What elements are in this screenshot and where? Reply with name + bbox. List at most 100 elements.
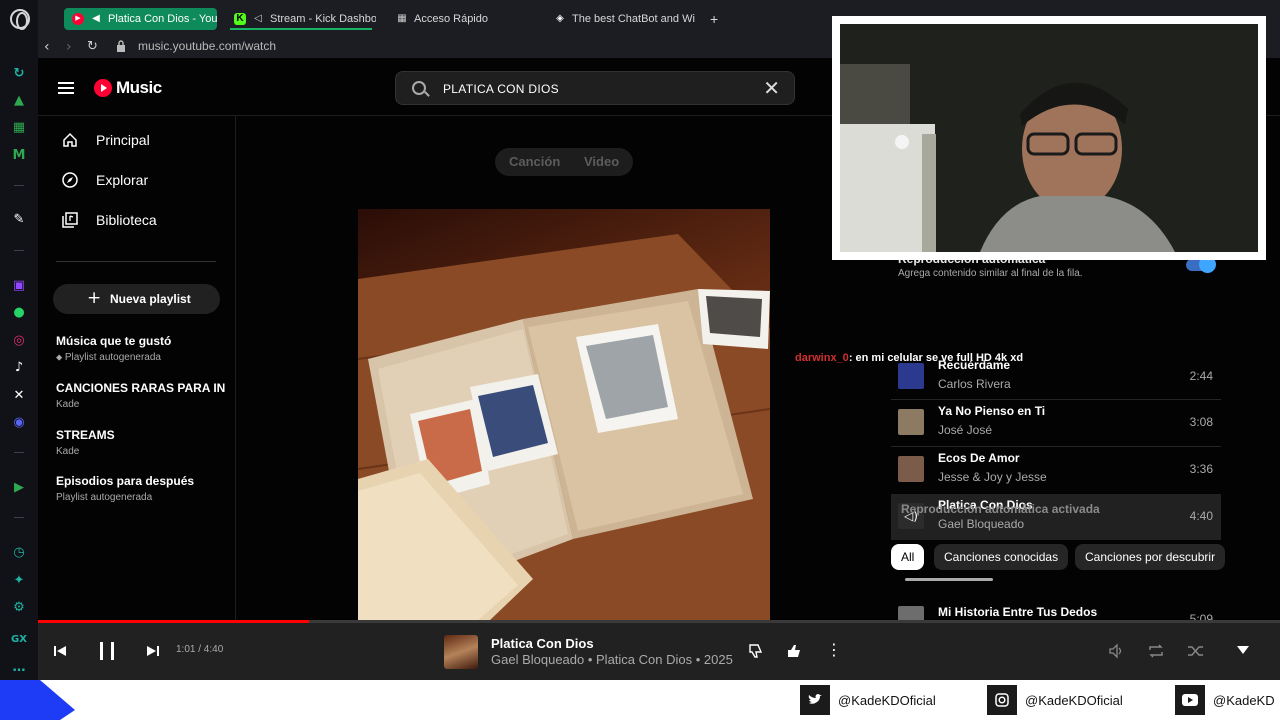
- playlist-subtitle: Playlist autogenerada: [64, 352, 161, 363]
- discord-icon[interactable]: ◉: [11, 415, 27, 431]
- tab-kick-dashboard[interactable]: K ◁ Stream - Kick Dashbo: [226, 8, 376, 30]
- social-instagram: @KadeKDOficial: [987, 685, 1123, 715]
- playlist-item[interactable]: Episodios para después Playlist autogene…: [56, 474, 226, 503]
- new-playlist-button[interactable]: + Nueva playlist: [53, 284, 220, 314]
- album-art: [358, 209, 770, 622]
- clear-search-icon[interactable]: ✕: [763, 77, 780, 99]
- playlist-subtitle: Kade: [56, 446, 80, 457]
- player-icon[interactable]: ▶: [11, 480, 27, 496]
- like-icon[interactable]: [786, 643, 802, 659]
- instagram-icon[interactable]: ◎: [11, 333, 27, 349]
- next-icon[interactable]: [146, 644, 160, 658]
- grid-icon[interactable]: ▦: [11, 120, 27, 136]
- chatbot-icon: ◈: [556, 13, 564, 24]
- chip-canciones-conocidas[interactable]: Canciones conocidas: [934, 544, 1069, 570]
- left-nav: Principal Explorar Biblioteca + Nueva pl…: [38, 116, 236, 622]
- segment-video[interactable]: Video: [584, 154, 619, 169]
- nav-item-biblioteca[interactable]: Biblioteca: [38, 200, 236, 240]
- queue-thumb: [898, 456, 924, 482]
- queue-title: Mi Historia Entre Tus Dedos: [938, 605, 1098, 619]
- pause-icon[interactable]: [98, 641, 116, 661]
- compass-icon: [62, 172, 78, 188]
- history-icon[interactable]: ◷: [11, 545, 27, 561]
- autoplay-toggle[interactable]: [1186, 256, 1216, 273]
- now-playing-thumbnail[interactable]: [444, 635, 478, 669]
- menu-icon[interactable]: [58, 82, 74, 94]
- logo-text[interactable]: Music: [116, 78, 162, 98]
- opera-logo-icon[interactable]: [10, 9, 30, 30]
- tab-label: The best ChatBot and Wi: [572, 13, 695, 25]
- player-bar: 1:01 / 4:40 Platica Con Dios Gael Bloque…: [38, 623, 1280, 680]
- playlist-item[interactable]: CANCIONES RARAS PARA IN... Kade: [56, 381, 226, 410]
- chip-canciones-por-descubrir[interactable]: Canciones por descubrir: [1075, 544, 1226, 570]
- tab-underline: [230, 28, 372, 30]
- queue-item[interactable]: Ya No Pienso en Ti José José 3:08: [891, 400, 1221, 446]
- url-field[interactable]: music.youtube.com/watch: [138, 39, 276, 53]
- whatsapp-icon[interactable]: ●: [11, 305, 27, 321]
- queue-duration: 3:08: [1189, 415, 1213, 429]
- queue-artist: Jesse & Joy y Jesse: [938, 470, 1047, 484]
- extensions-icon[interactable]: ✦: [11, 573, 27, 589]
- reload-icon[interactable]: ↻: [87, 38, 98, 56]
- browser-sidebar: ↻ ▲ ▦ M ✎ ▣ ● ◎ ♪ ✕ ◉ ▶ ◷ ✦ ⚙ GX …: [0, 0, 38, 680]
- playlist-item[interactable]: Música que te gustó ⬥ Playlist autogener…: [56, 334, 226, 363]
- tab-acceso-rapido[interactable]: ▦ Acceso Rápido: [388, 8, 538, 30]
- queue-item[interactable]: Ecos De Amor Jesse & Joy y Jesse 3:36: [891, 447, 1221, 493]
- twitter-icon: [800, 685, 830, 715]
- tiktok-icon[interactable]: ♪: [11, 360, 27, 376]
- queue-thumb: [898, 409, 924, 435]
- search-input[interactable]: PLATICA CON DIOS: [443, 82, 559, 96]
- home-icon: [63, 132, 77, 147]
- queue-title: Ecos De Amor: [938, 451, 1020, 465]
- now-playing-subtitle: Gael Bloqueado • Platica Con Dios • 2025: [491, 652, 733, 667]
- chip-all[interactable]: All: [891, 544, 925, 570]
- settings-icon[interactable]: ⚙: [11, 600, 27, 616]
- new-tab-button[interactable]: +: [702, 8, 724, 30]
- repeat-icon[interactable]: [1147, 643, 1165, 659]
- aria-icon[interactable]: ▲: [11, 93, 27, 109]
- more-options-icon[interactable]: ⋮: [826, 640, 842, 659]
- tab-youtube-music[interactable]: ▶ ◀ Platica Con Dios - You: [64, 8, 217, 30]
- gx-icon[interactable]: GX: [11, 632, 27, 648]
- playlist-title: Episodios para después: [56, 474, 195, 488]
- segment-song[interactable]: Canción: [509, 154, 560, 169]
- playlist-subtitle: Playlist autogenerada: [56, 492, 153, 503]
- now-playing-title[interactable]: Platica Con Dios: [491, 636, 594, 651]
- volume-icon[interactable]: [1108, 643, 1124, 659]
- queue-artist: José José: [938, 423, 993, 437]
- new-playlist-label: Nueva playlist: [110, 292, 191, 306]
- lock-icon: [117, 40, 125, 52]
- twitch-icon[interactable]: ▣: [11, 278, 27, 294]
- search-box[interactable]: PLATICA CON DIOS ✕: [395, 71, 795, 105]
- pinboard-icon[interactable]: ✎: [11, 212, 27, 228]
- nav-item-explorar[interactable]: Explorar: [38, 160, 236, 200]
- autoplay-on-label: Reproducción automática activada: [901, 502, 1100, 516]
- queue-item[interactable]: Mi Historia Entre Tus Dedos 5:09: [891, 601, 1221, 622]
- social-twitter: @KadeKDOficial: [800, 685, 936, 715]
- nav-item-principal[interactable]: Principal: [38, 120, 236, 160]
- dislike-icon[interactable]: [748, 643, 764, 659]
- youtube-music-logo-icon[interactable]: [94, 79, 112, 97]
- chat-username: darwinx_0: [795, 352, 849, 364]
- nav-label: Principal: [96, 132, 150, 148]
- playback-time: 1:01 / 4:40: [176, 644, 224, 655]
- queue-item-current[interactable]: ◁) Platica Con Dios Gael Bloqueado 4:40: [891, 494, 1221, 540]
- chat-text: : en mi celular se ve full HD 4k xd: [848, 352, 1024, 364]
- sidebar-divider: [14, 517, 24, 518]
- speed-dial-icon[interactable]: ↻: [11, 66, 27, 82]
- playlist-title: CANCIONES RARAS PARA IN...: [56, 381, 226, 395]
- back-icon[interactable]: ‹: [44, 38, 50, 56]
- previous-icon[interactable]: [53, 644, 67, 658]
- playlist-title: Música que te gustó: [56, 334, 172, 348]
- playlist-item[interactable]: STREAMS Kade: [56, 428, 226, 457]
- tab-chatbot[interactable]: ◈ The best ChatBot and Wi: [546, 8, 704, 30]
- x-twitter-icon[interactable]: ✕: [11, 388, 27, 404]
- chips-scrollbar[interactable]: [905, 578, 993, 581]
- nav-label: Explorar: [96, 172, 149, 188]
- shuffle-icon[interactable]: [1187, 643, 1205, 659]
- more-icon[interactable]: …: [11, 660, 27, 676]
- m-icon[interactable]: M: [11, 148, 27, 164]
- expand-player-icon[interactable]: [1236, 645, 1250, 655]
- forward-icon[interactable]: ›: [66, 38, 72, 56]
- tab-label: Acceso Rápido: [414, 13, 488, 25]
